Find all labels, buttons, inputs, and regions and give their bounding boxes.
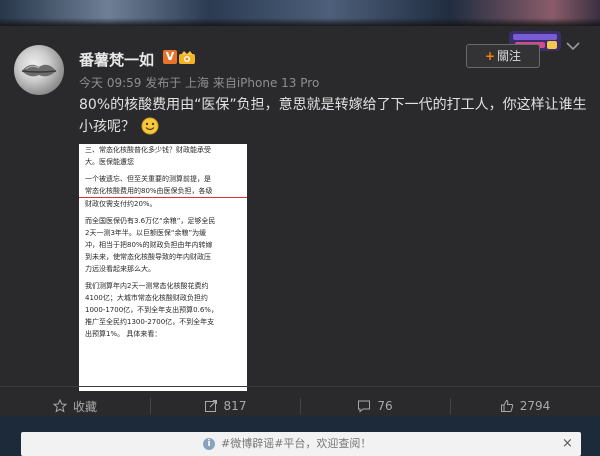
like-button[interactable]: 2794: [450, 387, 600, 425]
notification-text[interactable]: #微博辟谣#平台，欢迎查阅！: [221, 432, 371, 456]
user-avatar[interactable]: [14, 45, 64, 95]
thumbs-up-icon: [500, 399, 513, 412]
notification-bar[interactable]: i #微博辟谣#平台，欢迎查阅！ ×: [21, 432, 581, 456]
follow-button[interactable]: + 關注: [466, 44, 540, 68]
post-action-bar: 收藏 817 76 2794: [0, 386, 600, 425]
image-line: 2天一测3年半。以巨额医保“余粮”为缓: [85, 229, 207, 237]
image-line: 而全国医保仍有3.6万亿“余粮”，足够全民: [85, 217, 216, 225]
profile-cover-background: [0, 0, 600, 26]
image-line: 到未来，使常态化核酸导致的年内财政压: [85, 253, 211, 261]
post-image-document[interactable]: 三、常态化核酸普化多少钱？财政能承受 大。医保能遭您 一个被遗忘、但至关重要的测…: [79, 144, 247, 391]
image-line: 出预算1%。 具体来看：: [85, 330, 162, 338]
plus-icon: +: [484, 49, 496, 63]
favorite-button[interactable]: 收藏: [0, 387, 150, 425]
repost-count: 817: [223, 399, 247, 413]
verified-badge[interactable]: V: [163, 50, 177, 64]
like-count: 2794: [519, 399, 551, 413]
repost-button[interactable]: 817: [150, 387, 300, 425]
vip-crown-icon[interactable]: [178, 49, 196, 65]
image-line: 1000-1700亿，不到全年支出预算0.6%，: [85, 306, 218, 314]
image-line: 常态化核酸费用的80%由医保负担，各级: [79, 185, 247, 198]
comment-button[interactable]: 76: [300, 387, 450, 425]
follow-label: 關注: [497, 49, 522, 63]
star-icon: [52, 399, 67, 413]
repost-icon: [204, 400, 217, 412]
favorite-label: 收藏: [72, 399, 97, 414]
post-body: 80%的核酸费用由“医保”负担，意思就是转嫁给了下一代的打工人，你这样让谁生小孩…: [79, 94, 589, 138]
info-icon: i: [203, 438, 215, 450]
image-line: 我们测算年内2天一测常态化核酸花费约: [85, 282, 209, 290]
smile-emoji-icon: [141, 117, 159, 135]
lips-avatar-image: [21, 64, 57, 77]
post-meta: 今天 09:59 发布于 上海 来自iPhone 13 Pro: [79, 76, 320, 90]
image-line: 力远没看起来那么大。: [85, 265, 155, 273]
image-line: 大。医保能遭您: [85, 158, 134, 166]
image-line: 推广至全民约1300-2700亿，不到全年支: [85, 318, 215, 326]
image-line: 冲，相当于把80%的财政负担由年内转嫁: [85, 241, 213, 249]
image-line: 财政仅需支付约20%。: [85, 200, 157, 208]
weibo-post-card: 番薯梵一如 V 今天 09:59 发布于 上海 来自iPhone 13 Pro …: [0, 26, 600, 416]
image-line: 三、常态化核酸普化多少钱？财政能承受: [85, 146, 211, 154]
close-icon[interactable]: ×: [562, 432, 573, 456]
chevron-down-icon[interactable]: [565, 40, 581, 52]
username[interactable]: 番薯梵一如: [79, 49, 154, 70]
comment-icon: [358, 400, 371, 413]
comment-count: 76: [377, 399, 393, 413]
image-line: 一个被遗忘、但至关重要的测算前提，是: [85, 175, 211, 183]
image-line: 4100亿；大城市常态化核酸财政负担约: [85, 294, 208, 302]
